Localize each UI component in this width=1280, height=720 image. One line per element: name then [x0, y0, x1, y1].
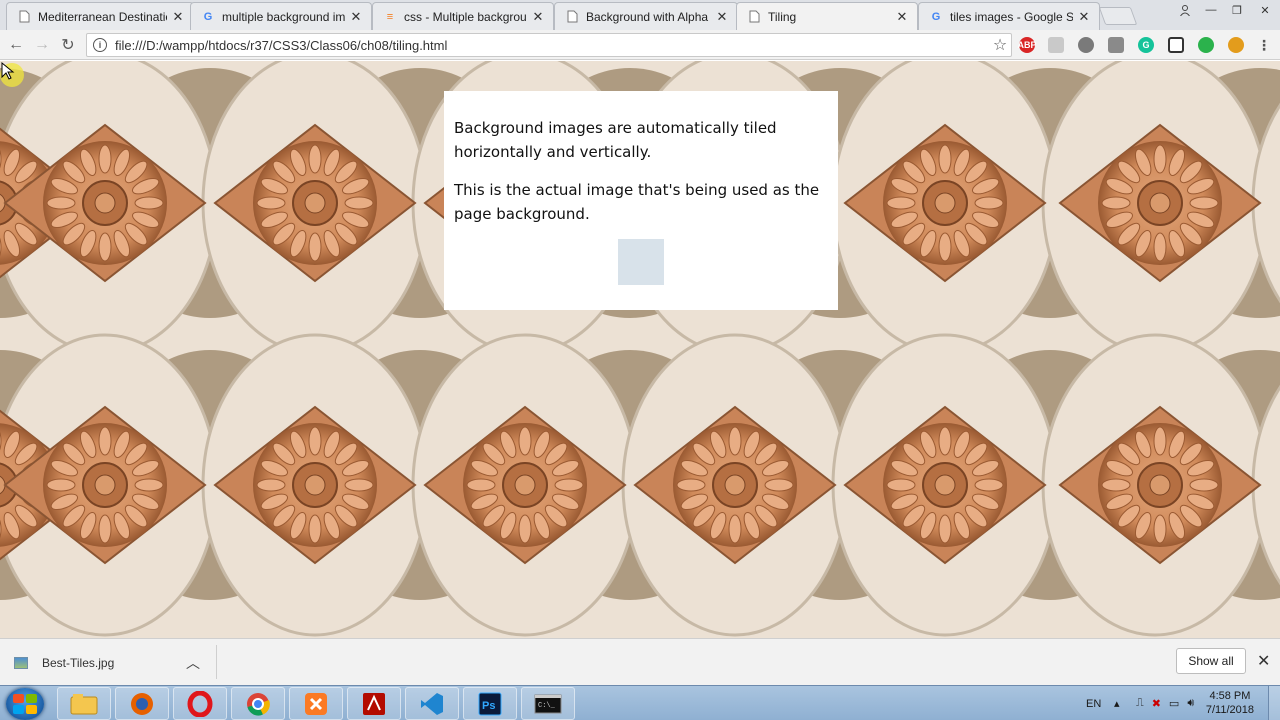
bookmark-star-icon[interactable]: ☆ — [989, 35, 1011, 55]
content-box: Background images are automatically tile… — [444, 91, 838, 310]
firefox-icon[interactable] — [115, 687, 169, 720]
flag-icon[interactable]: ✖ — [1152, 697, 1161, 710]
close-icon[interactable]: ✕ — [531, 9, 545, 25]
show-desktop-button[interactable] — [1268, 686, 1280, 720]
user-icon[interactable] — [1172, 0, 1198, 20]
acrobat-icon[interactable] — [1048, 37, 1064, 53]
divider — [216, 645, 217, 679]
forward-icon[interactable]: → — [32, 35, 52, 55]
svg-text:Ps: Ps — [482, 700, 495, 712]
download-item[interactable]: Best-Tiles.jpg — [14, 649, 114, 677]
grammarly-icon[interactable]: G — [1138, 37, 1154, 53]
paragraph-tiling: Background images are automatically tile… — [454, 119, 777, 161]
window-controls: — ❐ ✕ — [1172, 0, 1280, 20]
address-bar[interactable]: i file:///D:/wampp/htdocs/r37/CSS3/Class… — [86, 33, 1012, 57]
network-icon[interactable]: ⎍ — [1136, 697, 1144, 710]
feedly-icon[interactable] — [1198, 37, 1214, 53]
tab-tiles-images[interactable]: G tiles images - Google Sea ✕ — [918, 2, 1100, 30]
tab-title: Background with Alpha T — [586, 9, 711, 24]
volume-icon[interactable]: 🔊︎ — [1187, 697, 1194, 710]
camera-icon[interactable] — [1108, 37, 1124, 53]
page-content: Background images are automatically tile… — [0, 61, 1280, 638]
tab-title: multiple background ima — [222, 9, 345, 24]
extension-icon[interactable] — [1078, 37, 1094, 53]
close-icon[interactable]: ✕ — [1077, 9, 1091, 25]
google-icon: G — [203, 10, 213, 23]
browser-toolbar: ← → ↻ i file:///D:/wampp/htdocs/r37/CSS3… — [0, 30, 1280, 60]
show-all-button[interactable]: Show all — [1176, 648, 1246, 674]
close-icon[interactable]: ✕ — [1257, 651, 1270, 671]
tab-title: css - Multiple backgrounc — [404, 9, 527, 24]
tab-tiling[interactable]: Tiling ✕ — [736, 2, 918, 30]
tab-background-alpha[interactable]: Background with Alpha T ✕ — [554, 2, 738, 30]
tab-multiple-background[interactable]: G multiple background ima ✕ — [190, 2, 372, 30]
info-icon[interactable]: i — [93, 38, 107, 52]
photoshop-icon[interactable]: Ps — [463, 687, 517, 720]
back-icon[interactable]: ← — [6, 35, 26, 55]
clock-time: 4:58 PM — [1209, 690, 1251, 702]
page-icon — [17, 10, 31, 24]
acrobat-icon[interactable] — [347, 687, 401, 720]
stackoverflow-icon: ≡ — [386, 10, 394, 23]
monitor-icon[interactable]: ▭ — [1169, 697, 1179, 710]
window-close-icon[interactable]: ✕ — [1250, 0, 1280, 20]
tab-css-multiple[interactable]: ≡ css - Multiple backgrounc ✕ — [372, 2, 554, 30]
tab-strip: Mediterranean Destinatic ✕ G multiple ba… — [0, 0, 1280, 30]
tab-title: tiles images - Google Sea — [950, 9, 1073, 24]
google-icon: G — [931, 10, 941, 23]
download-bar: Best-Tiles.jpg ︿ Show all ✕ — [0, 638, 1280, 685]
chrome-icon[interactable] — [231, 687, 285, 720]
tray-expand-icon[interactable]: ▴ — [1114, 686, 1120, 720]
windows-logo-icon — [13, 694, 37, 714]
close-icon[interactable]: ✕ — [171, 9, 185, 25]
tab-mediterranean[interactable]: Mediterranean Destinatic ✕ — [6, 2, 194, 30]
settings-gear-icon[interactable] — [1228, 37, 1244, 53]
image-file-icon — [14, 657, 28, 669]
reload-icon[interactable]: ↻ — [58, 35, 78, 55]
screenshot-icon[interactable] — [1168, 37, 1184, 53]
close-icon[interactable]: ✕ — [715, 9, 729, 25]
language-indicator[interactable]: EN — [1086, 686, 1101, 720]
svg-text:C:\_: C:\_ — [538, 702, 556, 710]
tab-title: Tiling — [768, 9, 797, 24]
restore-icon[interactable]: ❐ — [1224, 0, 1250, 20]
chevron-up-icon[interactable]: ︿ — [186, 653, 200, 673]
explorer-icon[interactable] — [57, 687, 111, 720]
close-icon[interactable]: ✕ — [895, 9, 909, 25]
minimize-icon[interactable]: — — [1198, 0, 1224, 20]
tray-icons: ⎍ ✖ ▭ 🔊︎ — [1136, 686, 1194, 720]
opera-icon[interactable] — [173, 687, 227, 720]
new-tab-button[interactable] — [1098, 7, 1138, 25]
mouse-cursor-icon — [0, 61, 24, 87]
paragraph-actual-image: This is the actual image that's being us… — [454, 181, 820, 223]
background-thumbnail — [618, 239, 664, 285]
xampp-icon[interactable] — [289, 687, 343, 720]
system-clock[interactable]: 4:58 PM 7/11/2018 — [1206, 689, 1254, 717]
url-text: file:///D:/wampp/htdocs/r37/CSS3/Class06… — [115, 37, 448, 53]
close-icon[interactable]: ✕ — [349, 9, 363, 25]
tab-title: Mediterranean Destinatic — [38, 9, 167, 24]
page-icon — [565, 10, 579, 24]
taskbar: Ps C:\_ EN ▴ ⎍ ✖ ▭ 🔊︎ 4:58 PM 7/11/2018 — [0, 685, 1280, 720]
abp-icon[interactable]: ABP — [1018, 37, 1037, 53]
page-icon — [747, 10, 761, 24]
clock-date: 7/11/2018 — [1205, 704, 1254, 716]
download-file-name: Best-Tiles.jpg — [42, 656, 115, 670]
menu-icon[interactable]: ⋮ — [1256, 37, 1272, 53]
cmd-icon[interactable]: C:\_ — [521, 687, 575, 720]
vscode-icon[interactable] — [405, 687, 459, 720]
